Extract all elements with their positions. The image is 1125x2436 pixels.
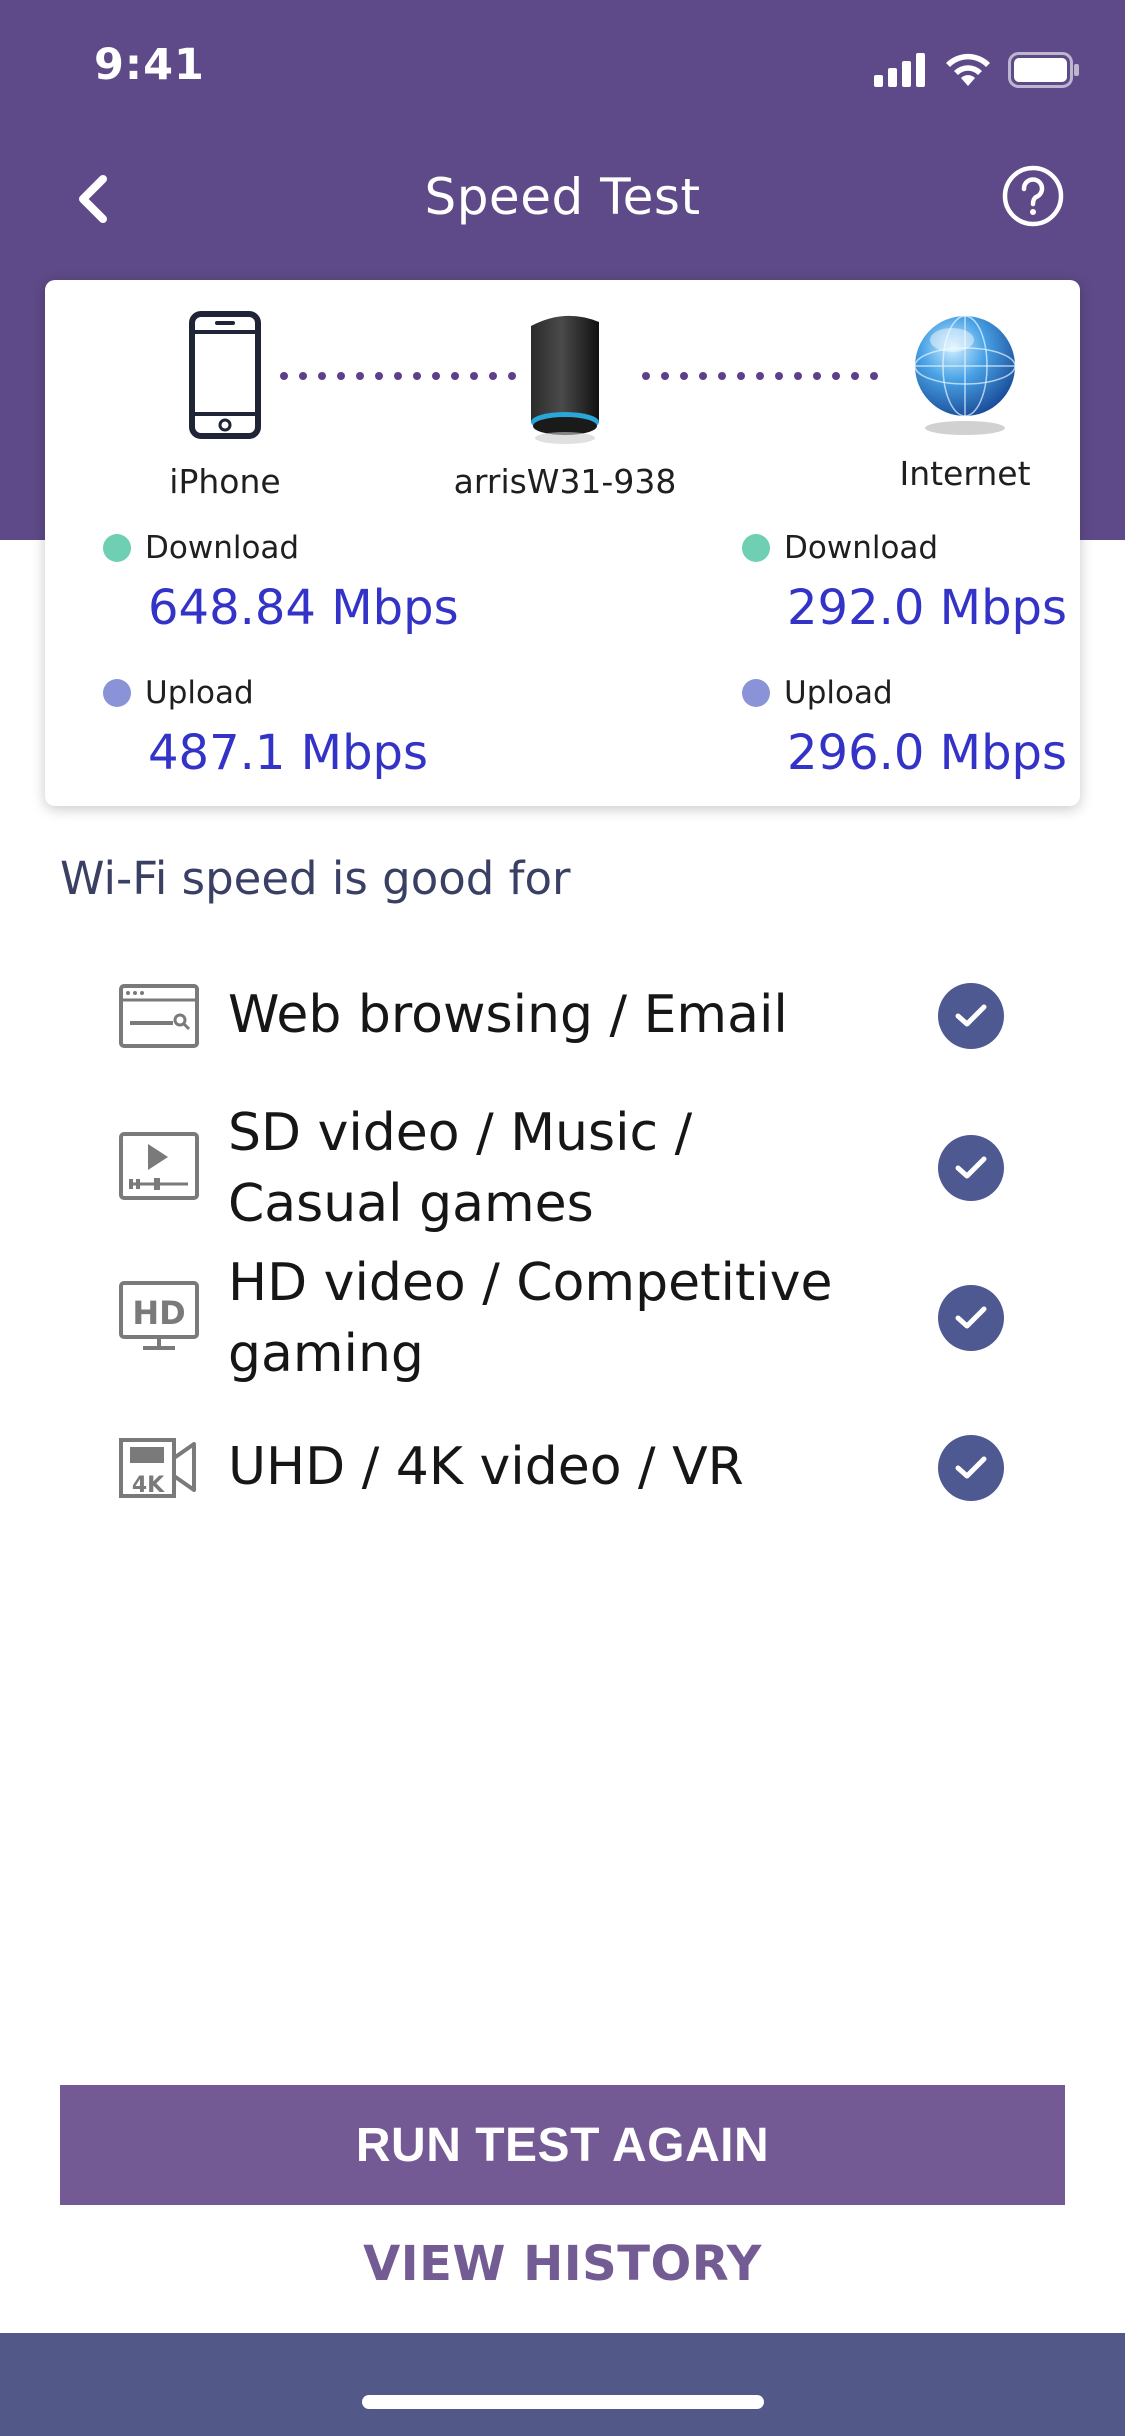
svg-text:HD: HD <box>132 1294 185 1332</box>
device-router: arrisW31-938 <box>425 310 705 501</box>
good-for-title: Wi-Fi speed is good for <box>60 852 571 905</box>
4k-camera-icon: 4K <box>119 1438 196 1498</box>
video-player-icon <box>119 1132 199 1200</box>
internet-download-label: Download <box>784 530 939 566</box>
check-circle-icon <box>938 1135 1004 1201</box>
internet-download-value: 292.0 Mbps <box>787 580 1068 636</box>
status-bar: 9:41 <box>0 0 1125 132</box>
download-dot <box>103 534 131 562</box>
activity-label: SD video / Music / Casual games <box>228 1103 693 1234</box>
local-download-metric: Download 648.84 Mbps <box>103 530 459 636</box>
home-indicator[interactable] <box>362 2395 764 2409</box>
internet-label: Internet <box>899 454 1031 493</box>
status-time: 9:41 <box>94 40 205 90</box>
check-circle-icon <box>938 1285 1004 1351</box>
check-circle-icon <box>938 983 1004 1049</box>
local-upload-label: Upload <box>145 675 254 711</box>
download-dot <box>742 534 770 562</box>
device-phone: iPhone <box>105 310 345 501</box>
phone-icon <box>189 311 261 439</box>
bottom-bar <box>0 2333 1125 2436</box>
internet-download-metric: Download 292.0 Mbps <box>742 530 1067 636</box>
hd-monitor-icon: HD <box>119 1281 199 1350</box>
help-button[interactable] <box>1001 164 1071 234</box>
phone-label: iPhone <box>169 462 281 501</box>
status-icons <box>874 50 1080 90</box>
view-history-link[interactable]: VIEW HISTORY <box>0 2236 1125 2292</box>
local-upload-value: 487.1 Mbps <box>148 725 429 781</box>
battery-icon <box>1008 52 1079 88</box>
connection-dots-right <box>642 372 878 380</box>
svg-text:4K: 4K <box>132 1473 165 1498</box>
globe-icon <box>914 315 1016 435</box>
router-icon <box>531 315 599 444</box>
activity-label: Web browsing / Email <box>228 985 788 1045</box>
run-test-again-button[interactable]: RUN TEST AGAIN <box>60 2085 1065 2205</box>
page-title: Speed Test <box>424 168 701 226</box>
local-download-label: Download <box>145 530 300 566</box>
upload-dot <box>103 679 131 707</box>
navigation-bar: Speed Test <box>0 150 1125 250</box>
check-circle-icon <box>938 1435 1004 1501</box>
activity-label: UHD / 4K video / VR <box>228 1437 744 1497</box>
router-label: arrisW31-938 <box>453 462 677 501</box>
device-internet: Internet <box>865 310 1065 493</box>
upload-dot <box>742 679 770 707</box>
cellular-signal-icon <box>874 53 925 87</box>
internet-upload-label: Upload <box>784 675 893 711</box>
local-upload-metric: Upload 487.1 Mbps <box>103 675 428 781</box>
question-circle-icon <box>1002 165 1064 227</box>
local-download-value: 648.84 Mbps <box>148 580 459 636</box>
wifi-icon <box>946 53 990 86</box>
activity-label: HD video / Competitive gaming <box>228 1253 833 1384</box>
internet-upload-value: 296.0 Mbps <box>787 725 1068 781</box>
internet-upload-metric: Upload 296.0 Mbps <box>742 675 1067 781</box>
browser-window-icon <box>119 984 199 1048</box>
speed-results-card: iPhone arrisW31-938 Internet Download 64… <box>45 280 1080 806</box>
